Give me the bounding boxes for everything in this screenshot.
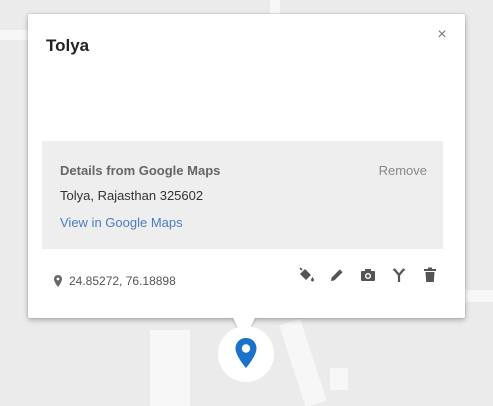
map-road [270,0,280,14]
location-pin-icon [54,275,62,287]
camera-icon[interactable] [359,266,377,284]
close-icon[interactable]: × [433,26,451,44]
map-pin-icon [235,338,257,368]
pencil-icon[interactable] [328,266,346,284]
directions-icon[interactable] [390,266,408,284]
feature-toolbar [297,266,439,284]
trash-icon[interactable] [421,266,439,284]
map-marker[interactable] [218,326,274,382]
map-road [279,318,327,406]
view-in-google-maps-link[interactable]: View in Google Maps [60,215,183,230]
coordinates: 24.85272, 76.18898 [54,274,176,288]
map-road [150,330,190,406]
place-title[interactable]: Tolya [46,36,89,56]
address-text: Tolya, Rajasthan 325602 [60,188,204,203]
paint-bucket-icon[interactable] [297,266,315,284]
details-heading: Details from Google Maps [60,163,221,178]
info-window: Tolya × Details from Google Maps Remove … [28,14,465,318]
coordinates-text: 24.85272, 76.18898 [69,274,176,288]
details-panel: Details from Google Maps Remove Tolya, R… [42,141,443,249]
map-road [330,368,348,390]
remove-button[interactable]: Remove [379,163,427,178]
